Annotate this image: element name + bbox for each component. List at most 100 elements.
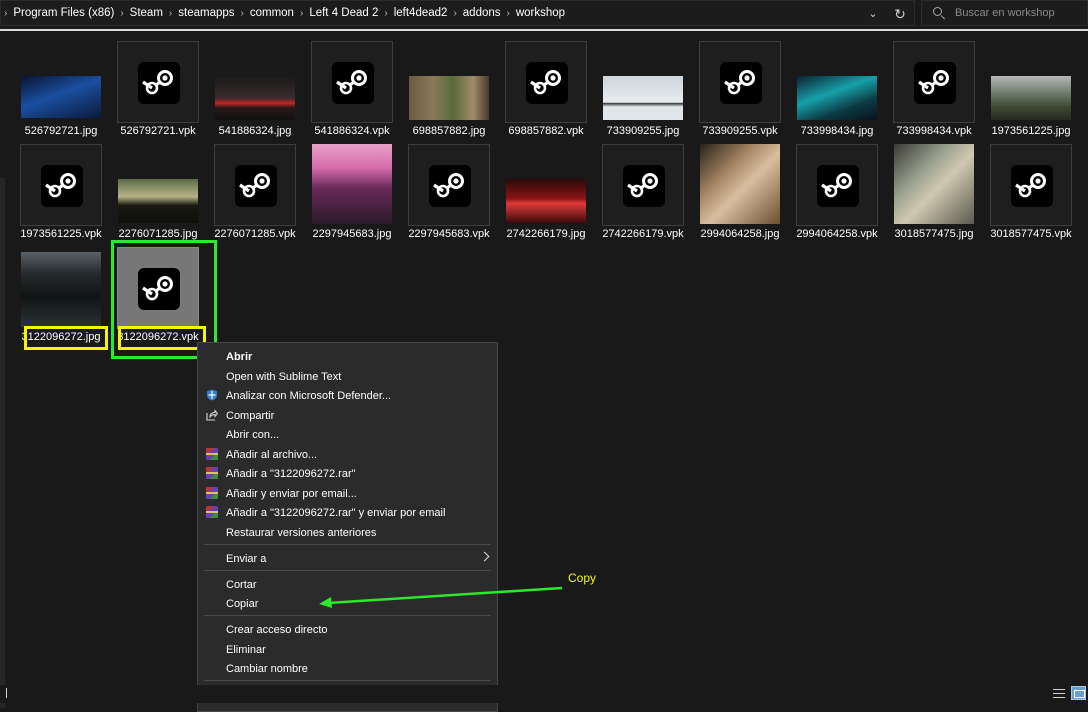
file-item-vpk[interactable]: 526792721.vpk xyxy=(113,41,203,145)
file-name: 733998434.jpg xyxy=(800,125,874,137)
file-item-jpg[interactable]: 541886324.jpg xyxy=(210,41,300,145)
menu-item-label: Cambiar nombre xyxy=(226,662,308,675)
breadcrumb-item[interactable]: › Left 4 Dead 2 xyxy=(294,7,378,19)
menu-item-label: Restaurar versiones anteriores xyxy=(226,526,377,539)
image-thumbnail xyxy=(990,41,1072,123)
file-thumbnail xyxy=(311,41,393,123)
file-item-vpk[interactable]: 541886324.vpk xyxy=(307,41,397,145)
file-item-vpk[interactable]: 733998434.vpk xyxy=(889,41,979,145)
file-thumbnail xyxy=(408,144,490,226)
file-item-vpk[interactable]: 3018577475.vpk xyxy=(986,144,1076,248)
file-item-jpg[interactable]: 2297945683.jpg xyxy=(307,144,397,248)
breadcrumb-item[interactable]: › addons xyxy=(447,7,500,19)
steam-icon xyxy=(41,165,83,207)
breadcrumb-item[interactable]: › common xyxy=(235,7,294,19)
image-preview xyxy=(118,179,198,223)
menu-item-abrir[interactable]: Abrir xyxy=(198,347,497,366)
breadcrumb-item[interactable]: › Program Files (x86) xyxy=(1,7,114,19)
menu-item-defender[interactable]: Analizar con Microsoft Defender... xyxy=(198,386,497,405)
file-item-vpk[interactable]: 2297945683.vpk xyxy=(404,144,494,248)
menu-item-label: Añadir y enviar por email... xyxy=(226,487,357,500)
menu-item-abrir-con[interactable]: Abrir con... xyxy=(198,425,497,444)
image-thumbnail xyxy=(117,144,199,226)
image-preview xyxy=(603,76,683,120)
file-item-jpg[interactable]: 698857882.jpg xyxy=(404,41,494,145)
details-view-icon[interactable] xyxy=(1053,689,1065,699)
file-name: 541886324.vpk xyxy=(314,125,390,137)
menu-item-label: Compartir xyxy=(226,409,275,422)
file-item-vpk[interactable]: 2276071285.vpk xyxy=(210,144,300,248)
file-name: 698857882.vpk xyxy=(508,125,584,137)
menu-item-cambiar-nombre[interactable]: Cambiar nombre xyxy=(198,659,497,678)
menu-item-anadir-rar[interactable]: Añadir a "3122096272.rar" xyxy=(198,464,497,483)
search-box[interactable] xyxy=(921,0,1088,26)
steam-icon xyxy=(817,165,859,207)
highlight-jpg-label xyxy=(24,326,108,350)
file-thumbnail xyxy=(602,144,684,226)
menu-item-label: Eliminar xyxy=(226,643,266,656)
file-item-vpk[interactable]: 1973561225.vpk xyxy=(16,144,106,248)
file-name: 2297945683.vpk xyxy=(408,228,490,240)
file-item-vpk[interactable]: 2994064258.vpk xyxy=(792,144,882,248)
winrar-icon xyxy=(206,506,218,518)
scrollbar[interactable] xyxy=(0,178,5,708)
file-item-jpg[interactable]: 526792721.jpg xyxy=(16,41,106,145)
menu-item-anadir-rar-email[interactable]: Añadir a "3122096272.rar" y enviar por e… xyxy=(198,503,497,522)
file-item-jpg[interactable]: 733998434.jpg xyxy=(792,41,882,145)
menu-item-label: Enviar a xyxy=(226,552,267,565)
file-item-vpk[interactable]: 2742266179.vpk xyxy=(598,144,688,248)
menu-separator xyxy=(204,615,491,616)
steam-icon xyxy=(429,165,471,207)
file-thumbnail xyxy=(505,41,587,123)
image-thumbnail xyxy=(699,144,781,226)
breadcrumb-item[interactable]: › left4dead2 xyxy=(378,7,447,19)
image-preview xyxy=(215,76,295,120)
file-item-vpk[interactable]: 698857882.vpk xyxy=(501,41,591,145)
file-item-jpg[interactable]: 733909255.jpg xyxy=(598,41,688,145)
image-preview xyxy=(312,144,392,224)
file-item-jpg[interactable]: 2742266179.jpg xyxy=(501,144,591,248)
file-name: 733909255.jpg xyxy=(606,125,680,137)
menu-item-restaurar[interactable]: Restaurar versiones anteriores xyxy=(198,523,497,542)
breadcrumb-item[interactable]: › Steam xyxy=(114,7,163,19)
menu-item-anadir-email[interactable]: Añadir y enviar por email... xyxy=(198,484,497,503)
winrar-icon xyxy=(206,448,218,460)
menu-item-compartir[interactable]: Compartir xyxy=(198,406,497,425)
search-input[interactable] xyxy=(953,6,1087,20)
menu-item-enviar-a[interactable]: Enviar a xyxy=(198,549,497,568)
menu-item-open-sublime[interactable]: Open with Sublime Text xyxy=(198,367,497,386)
file-name: 3018577475.jpg xyxy=(894,228,974,240)
breadcrumb[interactable]: › Program Files (x86) › Steam › steamapps ›… xyxy=(0,0,915,26)
menu-item-label: Añadir a "3122096272.rar" xyxy=(226,467,356,480)
image-thumbnail xyxy=(214,41,296,123)
file-item-jpg[interactable]: 1973561225.jpg xyxy=(986,41,1076,145)
image-thumbnail xyxy=(602,41,684,123)
menu-item-label: Abrir con... xyxy=(226,428,280,441)
menu-item-crear-acceso[interactable]: Crear acceso directo xyxy=(198,620,497,639)
steam-icon xyxy=(235,165,277,207)
address-bar-row: › Program Files (x86) › Steam › steamapps ›… xyxy=(0,0,1088,31)
menu-item-label: Abrir xyxy=(226,350,253,363)
file-item-vpk[interactable]: 733909255.vpk xyxy=(695,41,785,145)
large-icons-view-icon[interactable] xyxy=(1071,686,1086,700)
file-thumbnail xyxy=(893,41,975,123)
share-icon xyxy=(206,409,219,421)
file-item-jpg[interactable]: 2276071285.jpg xyxy=(113,144,203,248)
shield-icon xyxy=(206,389,218,401)
menu-item-label: Crear acceso directo xyxy=(226,623,328,636)
image-thumbnail xyxy=(505,144,587,226)
menu-item-eliminar[interactable]: Eliminar xyxy=(198,640,497,659)
file-name: 698857882.jpg xyxy=(412,125,486,137)
menu-item-anadir-archivo[interactable]: Añadir al archivo... xyxy=(198,445,497,464)
winrar-icon xyxy=(206,487,218,499)
steam-icon xyxy=(526,62,568,104)
annotation-arrow-icon xyxy=(319,586,563,608)
file-item-jpg[interactable]: 3018577475.jpg xyxy=(889,144,979,248)
breadcrumb-item[interactable]: › steamapps xyxy=(163,7,235,19)
steam-icon xyxy=(138,62,180,104)
file-item-jpg[interactable]: 2994064258.jpg xyxy=(695,144,785,248)
refresh-icon[interactable]: ↻ xyxy=(889,4,911,24)
chevron-down-icon[interactable]: ⌄ xyxy=(863,5,883,23)
breadcrumb-item[interactable]: › workshop xyxy=(501,7,566,19)
file-name: 2994064258.jpg xyxy=(700,228,780,240)
